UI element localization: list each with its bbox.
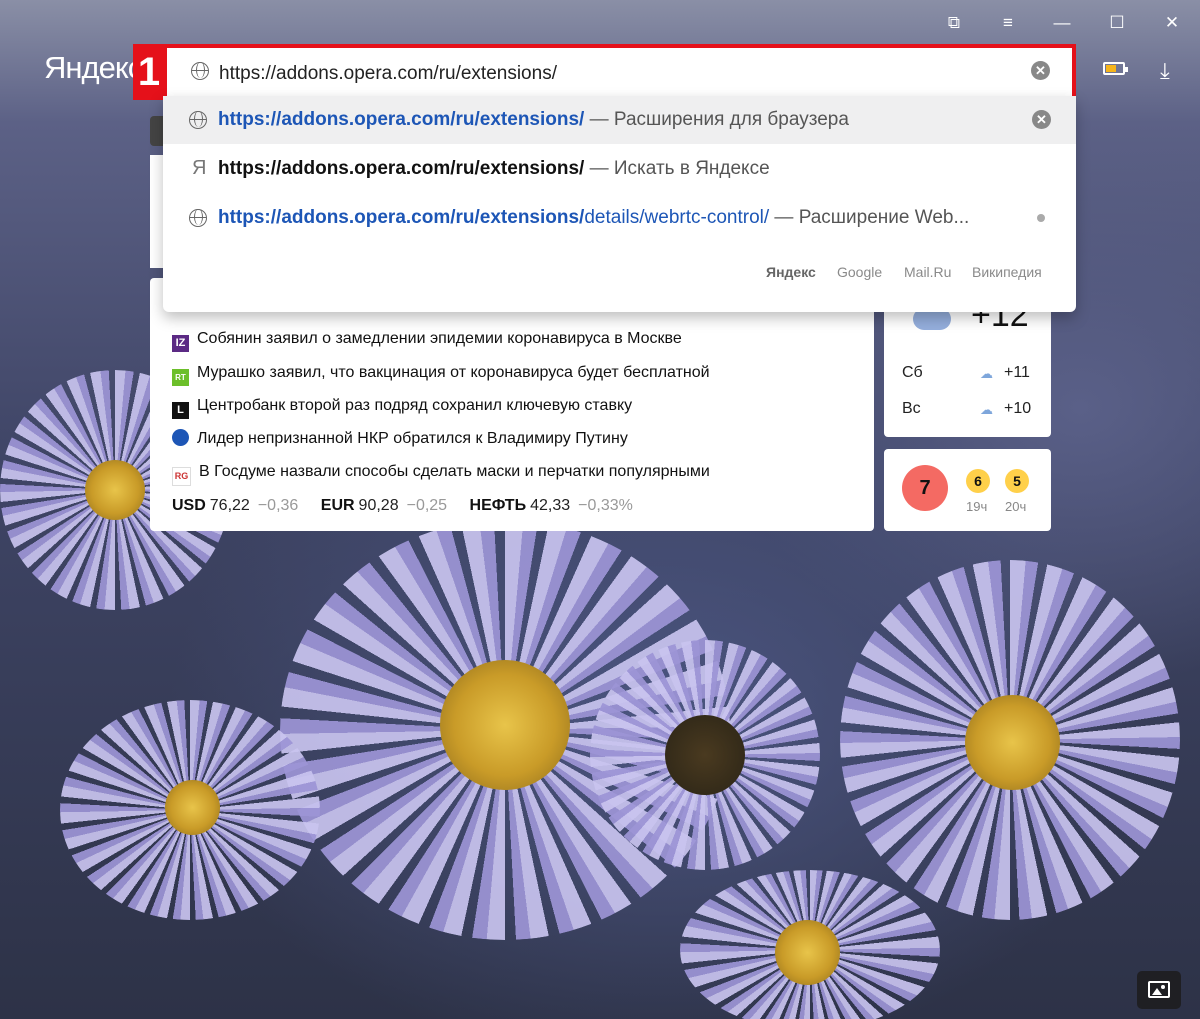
engine-mailru[interactable]: Mail.Ru [904,264,951,280]
rg-icon: RG [172,467,191,486]
gallery-button[interactable] [1137,971,1181,1009]
news-item[interactable]: RT Мурашко заявил, что вакцинация от коро… [172,364,710,386]
flower-decoration [840,560,1180,920]
suggestions-dropdown: https://addons.opera.com/ru/extensions/ … [163,96,1076,312]
flower-decoration [60,700,320,920]
traffic-score: 7 [902,465,948,511]
flower-decoration [680,870,940,1019]
yandex-logo[interactable]: Яндекс [44,50,143,86]
rate-name[interactable]: EUR [321,497,355,514]
image-icon [1148,981,1170,998]
rate-delta: −0,33% [578,497,633,514]
rain-icon: ☁ [980,366,993,381]
rt-icon: RT [172,369,189,386]
currency-rates: USD 76,22 −0,36 EUR 90,28 −0,25 НЕФТЬ 42,33 −0… [172,497,651,515]
suggestion-description: — Расширение Web... [774,207,970,228]
rate-value: 90,28 [358,497,399,514]
news-item[interactable]: Лидер непризнанной НКР обратился к Влади… [172,429,628,451]
more-dot-icon [1037,214,1045,222]
rate-value: 76,22 [209,497,250,514]
battery-saver-icon[interactable] [1103,62,1128,75]
yandex-icon: Я [192,157,207,179]
traffic-forecast-time: 19ч [966,499,988,514]
step-badge: 1 [133,44,165,100]
address-bar[interactable]: ✕ [163,44,1076,100]
forecast-day: Сб [902,364,923,381]
life-icon: L [172,402,189,419]
izvestia-icon: IZ [172,335,189,352]
traffic-forecast-score: 5 [1005,469,1029,493]
close-icon[interactable]: ✕ [1160,12,1184,34]
suggestion-url-rest: details/webrtc-control/ [584,207,770,228]
engine-yandex[interactable]: Яндекс [766,264,816,280]
hidden-tab-block [150,116,164,146]
rate-delta: −0,36 [257,497,299,514]
rate-delta: −0,25 [406,497,448,514]
flower-decoration [590,640,820,870]
suggestion-description: — Расширения для браузера [589,109,849,130]
hidden-card-block [150,155,164,268]
clear-address-icon[interactable]: ✕ [1031,61,1050,80]
forecast-temperature: +11 [1004,364,1030,381]
suggestion-query: https://addons.opera.com/ru/extensions/ [218,158,585,179]
suggestion-url: https://addons.opera.com/ru/extensions/ [218,207,585,228]
browser-titlebar: ⧉ ≡ — ☐ ✕ [0,0,1200,46]
maximize-icon[interactable]: ☐ [1105,12,1129,34]
news-item[interactable]: RG В Госдуме назвали способы сделать маск… [172,463,710,486]
rate-value: 42,33 [530,497,571,514]
forecast-temperature: +10 [1004,400,1032,417]
engine-google[interactable]: Google [837,264,882,280]
minimize-icon[interactable]: — [1050,12,1074,34]
news-item[interactable]: IZ Собянин заявил о замедлении эпидемии к… [172,330,682,352]
traffic-forecast-score: 6 [966,469,990,493]
suggestion-item[interactable]: https://addons.opera.com/ru/extensions/d… [163,194,1076,242]
news-card: IZ Собянин заявил о замедлении эпидемии к… [150,278,874,531]
rate-name[interactable]: НЕФТЬ [470,497,527,514]
news-item[interactable]: L Центробанк второй раз подряд сохранил к… [172,397,632,419]
suggestion-item[interactable]: Я https://addons.opera.com/ru/extensions… [163,145,1076,193]
globe-icon [189,111,207,129]
globe-icon [191,62,209,80]
suggestion-description: — Искать в Яндексе [589,158,770,179]
engine-wikipedia[interactable]: Википедия [972,264,1042,280]
globe-source-icon [172,429,189,446]
globe-icon [189,209,207,227]
forecast-day: Вс [902,400,921,417]
traffic-forecast-time: 20ч [1005,499,1027,514]
rain-icon: ☁ [980,402,993,417]
address-input[interactable] [217,58,1021,90]
download-icon[interactable]: ⤓ [1160,58,1170,84]
bookmarks-icon[interactable]: ⧉ [942,12,966,34]
rate-name[interactable]: USD [172,497,206,514]
menu-icon[interactable]: ≡ [996,12,1020,34]
traffic-card[interactable]: 7 6 19ч 5 20ч [884,449,1051,531]
remove-suggestion-icon[interactable]: ✕ [1032,110,1051,129]
suggestion-item[interactable]: https://addons.opera.com/ru/extensions/ … [163,96,1076,144]
suggestion-url: https://addons.opera.com/ru/extensions/ [218,109,585,130]
